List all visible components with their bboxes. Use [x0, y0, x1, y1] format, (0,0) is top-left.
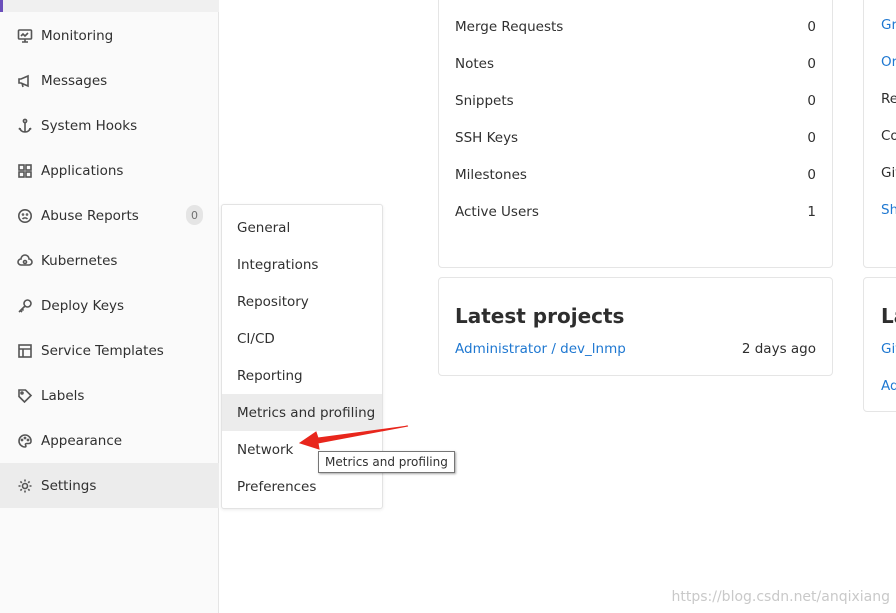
- right-link-7[interactable]: Git: [881, 341, 896, 357]
- sidebar-item-label: Monitoring: [41, 27, 114, 44]
- sidebar-item-label: Messages: [41, 72, 108, 89]
- sidebar-item-label: Settings: [41, 477, 97, 494]
- latest-projects-title: Latest projects: [455, 304, 625, 328]
- sidebar-item-labels[interactable]: Labels: [0, 373, 219, 418]
- sidebar-item-label: Abuse Reports: [41, 207, 139, 224]
- project-link[interactable]: Administrator / dev_lnmp: [455, 341, 626, 357]
- sidebar-item-label: Appearance: [41, 432, 123, 449]
- template-icon: [16, 342, 34, 360]
- tag-icon: [16, 387, 34, 405]
- sidebar-item-settings[interactable]: Settings: [0, 463, 219, 508]
- right-label-4: Co: [881, 128, 896, 144]
- menu-item-general[interactable]: General: [222, 209, 382, 246]
- stat-row-merge-requests: Merge Requests 0: [455, 17, 816, 37]
- menu-item-repository[interactable]: Repository: [222, 283, 382, 320]
- sidebar-item-label: Deploy Keys: [41, 297, 125, 314]
- gear-icon: [16, 477, 34, 495]
- right-label-5: Git: [881, 165, 896, 181]
- count-badge: 0: [186, 205, 203, 225]
- stat-value: 0: [807, 130, 816, 146]
- stat-label: Snippets: [455, 93, 514, 109]
- menu-item-reporting[interactable]: Reporting: [222, 357, 382, 394]
- stat-label: Active Users: [455, 204, 539, 220]
- palette-icon: [16, 432, 34, 450]
- stat-row-milestones: Milestones 0: [455, 165, 816, 185]
- sad-face-icon: [16, 207, 34, 225]
- features-panel: Gr Or Re Co Git Sh: [863, 0, 896, 268]
- stat-value: 1: [807, 204, 816, 220]
- key-icon: [16, 297, 34, 315]
- right-link-2[interactable]: Or: [881, 54, 896, 70]
- stat-row-active-users: Active Users 1: [455, 202, 816, 222]
- menu-item-metrics-and-profiling[interactable]: Metrics and profiling: [222, 394, 382, 431]
- admin-sidebar: Monitoring Messages System Hooks Applica…: [0, 0, 219, 613]
- latest-groups-title: La: [881, 304, 896, 328]
- stat-label: Notes: [455, 56, 494, 72]
- stat-value: 0: [807, 167, 816, 183]
- stat-row-ssh-keys: SSH Keys 0: [455, 128, 816, 148]
- right-label-3: Re: [881, 91, 896, 107]
- right-link-6[interactable]: Sh: [881, 202, 896, 218]
- stat-row-notes: Notes 0: [455, 54, 816, 74]
- stat-row-snippets: Snippets 0: [455, 91, 816, 111]
- latest-groups-panel: La Git Ad: [863, 277, 896, 412]
- sidebar-item-label: Kubernetes: [41, 252, 118, 269]
- stat-label: SSH Keys: [455, 130, 519, 146]
- sidebar-item-service-templates[interactable]: Service Templates: [0, 328, 219, 373]
- stat-label: Merge Requests: [455, 19, 564, 35]
- active-nav-item-partial[interactable]: [0, 0, 219, 12]
- sidebar-item-applications[interactable]: Applications: [0, 148, 219, 193]
- cloud-gear-icon: [16, 252, 34, 270]
- megaphone-icon: [16, 72, 34, 90]
- sidebar-item-label: Labels: [41, 387, 85, 404]
- sidebar-item-label: System Hooks: [41, 117, 138, 134]
- sidebar-item-monitoring[interactable]: Monitoring: [0, 13, 219, 58]
- sidebar-item-messages[interactable]: Messages: [0, 58, 219, 103]
- watermark: https://blog.csdn.net/anqixiang: [671, 589, 891, 605]
- right-link-8[interactable]: Ad: [881, 378, 896, 394]
- grid-icon: [16, 162, 34, 180]
- right-link-1[interactable]: Gr: [881, 17, 896, 33]
- menu-item-ci-cd[interactable]: CI/CD: [222, 320, 382, 357]
- sidebar-item-abuse-reports[interactable]: Abuse Reports 0: [0, 193, 219, 238]
- tooltip: Metrics and profiling: [318, 451, 455, 473]
- stat-label: Milestones: [455, 167, 527, 183]
- sidebar-item-system-hooks[interactable]: System Hooks: [0, 103, 219, 148]
- stats-panel: Merge Requests 0 Notes 0 Snippets 0 SSH Key…: [438, 0, 833, 268]
- stat-value: 0: [807, 93, 816, 109]
- menu-item-preferences[interactable]: Preferences: [222, 468, 382, 505]
- monitor-icon: [16, 27, 34, 45]
- menu-item-integrations[interactable]: Integrations: [222, 246, 382, 283]
- sidebar-item-kubernetes[interactable]: Kubernetes: [0, 238, 219, 283]
- stat-value: 0: [807, 56, 816, 72]
- project-row: Administrator / dev_lnmp 2 days ago: [455, 341, 816, 357]
- stat-value: 0: [807, 19, 816, 35]
- latest-projects-panel: Latest projects Administrator / dev_lnmp…: [438, 277, 833, 376]
- sidebar-item-label: Service Templates: [41, 342, 164, 359]
- hook-icon: [16, 117, 34, 135]
- active-indicator: [0, 0, 3, 12]
- project-time: 2 days ago: [741, 341, 816, 357]
- sidebar-item-deploy-keys[interactable]: Deploy Keys: [0, 283, 219, 328]
- sidebar-item-label: Applications: [41, 162, 124, 179]
- sidebar-item-appearance[interactable]: Appearance: [0, 418, 219, 463]
